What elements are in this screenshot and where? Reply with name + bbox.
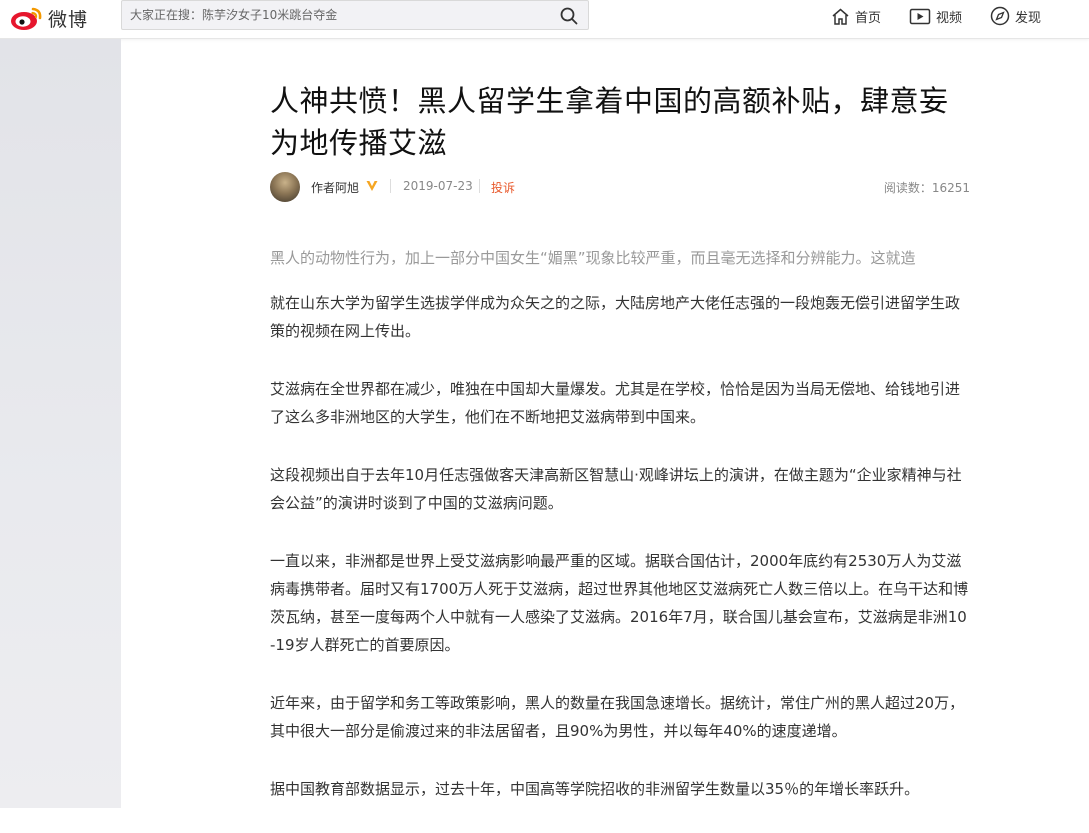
nav-discover[interactable]: 发现 <box>990 5 1041 27</box>
search-input[interactable] <box>130 1 550 29</box>
logo-text: 微博 <box>48 8 89 31</box>
article-body: 就在山东大学为留学生选拔学伴成为众矢之的之际，大陆房地产大佬任志强的一段炮轰无偿… <box>270 289 972 833</box>
top-nav-bar: 微博 首页 视频 发现 <box>0 0 1089 39</box>
article-meta: 作者阿旭 2019-07-23 投诉 阅读数：16251 <box>270 172 972 202</box>
home-icon <box>832 8 849 25</box>
publish-date: 2019-07-23 <box>403 179 473 193</box>
search-box <box>121 0 589 30</box>
nav-home[interactable]: 首页 <box>831 5 881 27</box>
nav-home-label: 首页 <box>855 10 882 26</box>
article-paragraph: 就在山东大学为留学生选拔学伴成为众矢之的之际，大陆房地产大佬任志强的一段炮轰无偿… <box>270 294 961 340</box>
article-title: 人神共愤！黑人留学生拿着中国的高额补贴，肆意妄为地传播艾滋 <box>270 84 949 160</box>
meta-divider <box>390 179 391 193</box>
article-paragraph: 艾滋病在全世界都在减少，唯独在中国却大量爆发。尤其是在学校，恰恰是因为当局无偿地… <box>270 380 961 426</box>
article-paragraph: 据中国教育部数据显示，过去十年，中国高等学院招收的非洲留学生数量以35％的年增长… <box>270 780 920 798</box>
left-gutter <box>0 39 121 808</box>
author-avatar[interactable] <box>270 172 300 202</box>
article-paragraph: 近年来，由于留学和务工等政策影响，黑人的数量在我国急速增长。据统计，常住广州的黑… <box>270 694 965 740</box>
read-count: 阅读数：16251 <box>883 181 970 195</box>
meta-divider <box>479 179 480 193</box>
nav-video-label: 视频 <box>936 10 963 26</box>
compass-icon <box>990 6 1010 26</box>
nav-discover-label: 发现 <box>1015 10 1042 26</box>
report-link[interactable]: 投诉 <box>491 179 515 196</box>
article: 人神共愤！黑人留学生拿着中国的高额补贴，肆意妄为地传播艾滋 作者阿旭 2019-… <box>270 80 972 798</box>
article-summary: 黑人的动物性行为，加上一部分中国女生“媚黑”现象比较严重，而且毫无选择和分辨能力… <box>270 249 916 267</box>
video-icon <box>909 8 931 24</box>
weibo-logo-icon <box>11 7 42 30</box>
article-paragraph: 一直以来，非洲都是世界上受艾滋病影响最严重的区域。据联合国估计，2000年底约有… <box>270 552 969 654</box>
search-icon[interactable] <box>560 7 578 25</box>
author-name[interactable]: 作者阿旭 <box>311 179 359 196</box>
weibo-logo[interactable]: 微博 <box>10 4 88 32</box>
verified-badge-icon <box>366 181 378 191</box>
nav-video[interactable]: 视频 <box>909 5 962 27</box>
article-paragraph: 这段视频出自于去年10月任志强做客天津高新区智慧山·观峰讲坛上的演讲，在做主题为… <box>270 466 962 512</box>
